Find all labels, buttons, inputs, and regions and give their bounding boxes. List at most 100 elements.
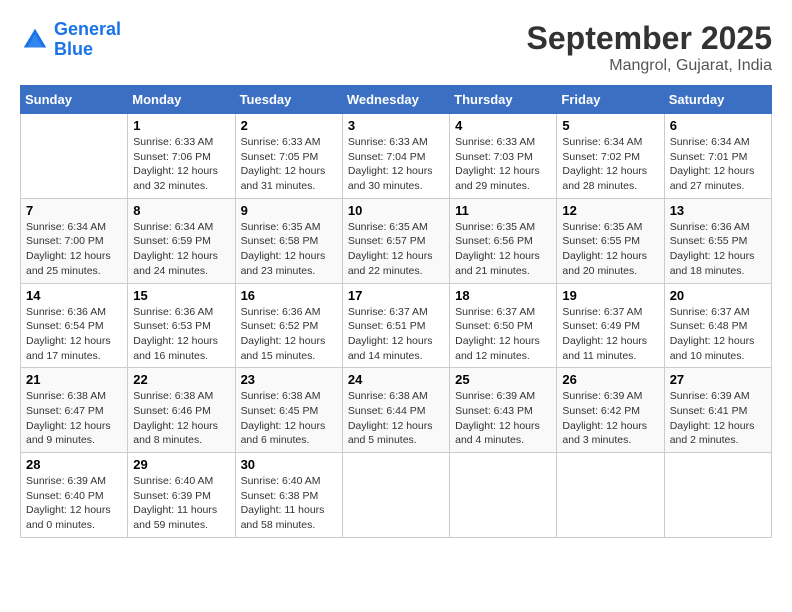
day-number: 17 bbox=[348, 288, 444, 303]
day-number: 6 bbox=[670, 118, 766, 133]
location: Mangrol, Gujarat, India bbox=[527, 57, 772, 75]
day-number: 14 bbox=[26, 288, 122, 303]
calendar-cell: 18 Sunrise: 6:37 AM Sunset: 6:50 PM Dayli… bbox=[450, 283, 557, 368]
page-header: General Blue September 2025 Mangrol, Guj… bbox=[20, 20, 772, 75]
calendar-cell: 22 Sunrise: 6:38 AM Sunset: 6:46 PM Dayli… bbox=[128, 368, 235, 453]
day-info: Sunrise: 6:39 AM Sunset: 6:40 PM Dayligh… bbox=[26, 474, 122, 533]
day-info: Sunrise: 6:34 AM Sunset: 7:02 PM Dayligh… bbox=[562, 135, 658, 194]
day-number: 15 bbox=[133, 288, 229, 303]
weekday-header: Tuesday bbox=[235, 86, 342, 114]
calendar-cell: 19 Sunrise: 6:37 AM Sunset: 6:49 PM Dayli… bbox=[557, 283, 664, 368]
calendar-cell: 3Sunrise: 6:33 AM Sunset: 7:04 PM Daylig… bbox=[342, 114, 449, 199]
day-number: 16 bbox=[241, 288, 337, 303]
calendar-cell: 4 Sunrise: 6:33 AM Sunset: 7:03 PM Daylig… bbox=[450, 114, 557, 199]
day-info: Sunrise: 6:35 AM Sunset: 6:56 PM Dayligh… bbox=[455, 220, 551, 279]
calendar-week-row: 7 Sunrise: 6:34 AM Sunset: 7:00 PM Daylig… bbox=[21, 198, 772, 283]
day-number: 9 bbox=[241, 203, 337, 218]
weekday-header: Saturday bbox=[664, 86, 771, 114]
day-info: Sunrise: 6:34 AM Sunset: 6:59 PM Dayligh… bbox=[133, 220, 229, 279]
calendar-cell: 11Sunrise: 6:35 AM Sunset: 6:56 PM Dayli… bbox=[450, 198, 557, 283]
day-number: 2 bbox=[241, 118, 337, 133]
calendar-cell: 12 Sunrise: 6:35 AM Sunset: 6:55 PM Dayli… bbox=[557, 198, 664, 283]
calendar-cell bbox=[21, 114, 128, 199]
calendar-cell: 25Sunrise: 6:39 AM Sunset: 6:43 PM Dayli… bbox=[450, 368, 557, 453]
day-number: 5 bbox=[562, 118, 658, 133]
calendar-week-row: 1Sunrise: 6:33 AM Sunset: 7:06 PM Daylig… bbox=[21, 114, 772, 199]
calendar-cell: 9 Sunrise: 6:35 AM Sunset: 6:58 PM Daylig… bbox=[235, 198, 342, 283]
day-info: Sunrise: 6:36 AM Sunset: 6:54 PM Dayligh… bbox=[26, 305, 122, 364]
day-info: Sunrise: 6:37 AM Sunset: 6:50 PM Dayligh… bbox=[455, 305, 551, 364]
weekday-header: Thursday bbox=[450, 86, 557, 114]
day-info: Sunrise: 6:38 AM Sunset: 6:44 PM Dayligh… bbox=[348, 389, 444, 448]
calendar-cell: 7 Sunrise: 6:34 AM Sunset: 7:00 PM Daylig… bbox=[21, 198, 128, 283]
day-number: 8 bbox=[133, 203, 229, 218]
day-info: Sunrise: 6:38 AM Sunset: 6:46 PM Dayligh… bbox=[133, 389, 229, 448]
title-block: September 2025 Mangrol, Gujarat, India bbox=[527, 20, 772, 75]
day-info: Sunrise: 6:40 AM Sunset: 6:39 PM Dayligh… bbox=[133, 474, 229, 533]
month-title: September 2025 bbox=[527, 20, 772, 57]
day-number: 18 bbox=[455, 288, 551, 303]
day-info: Sunrise: 6:38 AM Sunset: 6:45 PM Dayligh… bbox=[241, 389, 337, 448]
calendar-cell: 8 Sunrise: 6:34 AM Sunset: 6:59 PM Daylig… bbox=[128, 198, 235, 283]
day-info: Sunrise: 6:35 AM Sunset: 6:55 PM Dayligh… bbox=[562, 220, 658, 279]
calendar-cell bbox=[450, 453, 557, 538]
calendar-cell: 13 Sunrise: 6:36 AM Sunset: 6:55 PM Dayli… bbox=[664, 198, 771, 283]
day-number: 21 bbox=[26, 372, 122, 387]
calendar-cell: 2Sunrise: 6:33 AM Sunset: 7:05 PM Daylig… bbox=[235, 114, 342, 199]
calendar-cell: 17 Sunrise: 6:37 AM Sunset: 6:51 PM Dayli… bbox=[342, 283, 449, 368]
calendar-cell: 21 Sunrise: 6:38 AM Sunset: 6:47 PM Dayli… bbox=[21, 368, 128, 453]
calendar-cell: 20 Sunrise: 6:37 AM Sunset: 6:48 PM Dayli… bbox=[664, 283, 771, 368]
logo-line2: Blue bbox=[54, 39, 93, 59]
weekday-header: Monday bbox=[128, 86, 235, 114]
calendar-cell: 1Sunrise: 6:33 AM Sunset: 7:06 PM Daylig… bbox=[128, 114, 235, 199]
logo-text: General Blue bbox=[54, 20, 121, 60]
day-info: Sunrise: 6:38 AM Sunset: 6:47 PM Dayligh… bbox=[26, 389, 122, 448]
calendar-week-row: 21 Sunrise: 6:38 AM Sunset: 6:47 PM Dayli… bbox=[21, 368, 772, 453]
calendar-cell: 6 Sunrise: 6:34 AM Sunset: 7:01 PM Daylig… bbox=[664, 114, 771, 199]
calendar-cell bbox=[342, 453, 449, 538]
weekday-header: Wednesday bbox=[342, 86, 449, 114]
day-info: Sunrise: 6:33 AM Sunset: 7:04 PM Dayligh… bbox=[348, 135, 444, 194]
day-number: 1 bbox=[133, 118, 229, 133]
day-info: Sunrise: 6:37 AM Sunset: 6:51 PM Dayligh… bbox=[348, 305, 444, 364]
calendar-cell: 27 Sunrise: 6:39 AM Sunset: 6:41 PM Dayli… bbox=[664, 368, 771, 453]
day-number: 19 bbox=[562, 288, 658, 303]
day-info: Sunrise: 6:39 AM Sunset: 6:41 PM Dayligh… bbox=[670, 389, 766, 448]
calendar-week-row: 28Sunrise: 6:39 AM Sunset: 6:40 PM Dayli… bbox=[21, 453, 772, 538]
day-number: 30 bbox=[241, 457, 337, 472]
logo-icon bbox=[20, 25, 50, 55]
day-info: Sunrise: 6:35 AM Sunset: 6:58 PM Dayligh… bbox=[241, 220, 337, 279]
calendar-cell bbox=[557, 453, 664, 538]
day-info: Sunrise: 6:36 AM Sunset: 6:55 PM Dayligh… bbox=[670, 220, 766, 279]
logo-line1: General bbox=[54, 19, 121, 39]
calendar-cell: 26Sunrise: 6:39 AM Sunset: 6:42 PM Dayli… bbox=[557, 368, 664, 453]
day-info: Sunrise: 6:34 AM Sunset: 7:01 PM Dayligh… bbox=[670, 135, 766, 194]
day-info: Sunrise: 6:35 AM Sunset: 6:57 PM Dayligh… bbox=[348, 220, 444, 279]
day-number: 20 bbox=[670, 288, 766, 303]
calendar-table: SundayMondayTuesdayWednesdayThursdayFrid… bbox=[20, 85, 772, 538]
day-info: Sunrise: 6:39 AM Sunset: 6:42 PM Dayligh… bbox=[562, 389, 658, 448]
calendar-cell: 16 Sunrise: 6:36 AM Sunset: 6:52 PM Dayli… bbox=[235, 283, 342, 368]
logo: General Blue bbox=[20, 20, 121, 60]
day-number: 13 bbox=[670, 203, 766, 218]
day-info: Sunrise: 6:37 AM Sunset: 6:49 PM Dayligh… bbox=[562, 305, 658, 364]
day-number: 12 bbox=[562, 203, 658, 218]
day-info: Sunrise: 6:36 AM Sunset: 6:52 PM Dayligh… bbox=[241, 305, 337, 364]
day-number: 25 bbox=[455, 372, 551, 387]
day-number: 27 bbox=[670, 372, 766, 387]
day-number: 23 bbox=[241, 372, 337, 387]
day-number: 4 bbox=[455, 118, 551, 133]
calendar-cell: 24 Sunrise: 6:38 AM Sunset: 6:44 PM Dayli… bbox=[342, 368, 449, 453]
day-info: Sunrise: 6:33 AM Sunset: 7:03 PM Dayligh… bbox=[455, 135, 551, 194]
calendar-cell: 23 Sunrise: 6:38 AM Sunset: 6:45 PM Dayli… bbox=[235, 368, 342, 453]
day-number: 24 bbox=[348, 372, 444, 387]
weekday-header: Sunday bbox=[21, 86, 128, 114]
calendar-cell: 29 Sunrise: 6:40 AM Sunset: 6:39 PM Dayli… bbox=[128, 453, 235, 538]
day-number: 22 bbox=[133, 372, 229, 387]
calendar-cell: 28Sunrise: 6:39 AM Sunset: 6:40 PM Dayli… bbox=[21, 453, 128, 538]
day-number: 10 bbox=[348, 203, 444, 218]
day-info: Sunrise: 6:37 AM Sunset: 6:48 PM Dayligh… bbox=[670, 305, 766, 364]
day-info: Sunrise: 6:34 AM Sunset: 7:00 PM Dayligh… bbox=[26, 220, 122, 279]
day-number: 29 bbox=[133, 457, 229, 472]
day-number: 7 bbox=[26, 203, 122, 218]
